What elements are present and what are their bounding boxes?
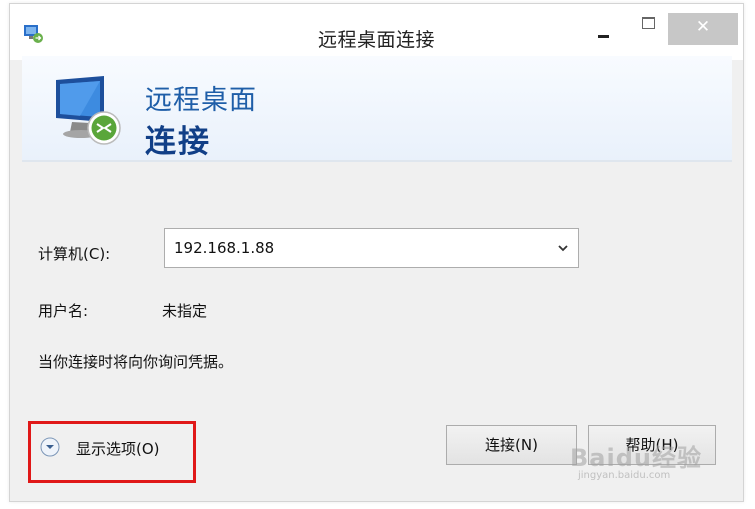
minimize-icon — [598, 35, 609, 38]
maximize-button[interactable] — [632, 13, 666, 45]
header-banner: 远程桌面 连接 — [22, 56, 732, 162]
title-bar[interactable]: 远程桌面连接 ✕ — [10, 4, 743, 60]
close-icon: ✕ — [695, 17, 711, 37]
computer-combobox[interactable]: 192.168.1.88 — [164, 228, 579, 268]
banner-subtitle: 连接 — [145, 124, 211, 160]
show-options-label: 显示选项(O) — [76, 440, 160, 458]
credentials-note: 当你连接时将向你询问凭据。 — [38, 353, 234, 371]
remote-desktop-window: 远程桌面连接 ✕ 远程桌面 连接 计算机(C): 192.168.1.88 用户… — [9, 3, 744, 502]
username-value: 未指定 — [162, 302, 208, 320]
close-button[interactable]: ✕ — [668, 13, 738, 45]
computer-value: 192.168.1.88 — [174, 239, 275, 257]
remote-desktop-monitor-icon — [56, 76, 121, 145]
computer-label: 计算机(C): — [38, 245, 111, 263]
minimize-button[interactable] — [586, 13, 620, 45]
banner-title: 远程桌面 — [145, 85, 257, 116]
watermark-text: Baidu经验 — [570, 444, 702, 472]
show-options-toggle[interactable]: 显示选项(O) — [40, 432, 190, 462]
chevron-down-circle-icon — [40, 437, 60, 457]
username-label: 用户名: — [38, 302, 89, 320]
chevron-down-icon[interactable] — [556, 241, 570, 255]
maximize-icon — [642, 17, 655, 29]
connect-button[interactable]: 连接(N) — [446, 425, 577, 465]
watermark-url: jingyan.baidu.com — [578, 470, 671, 481]
